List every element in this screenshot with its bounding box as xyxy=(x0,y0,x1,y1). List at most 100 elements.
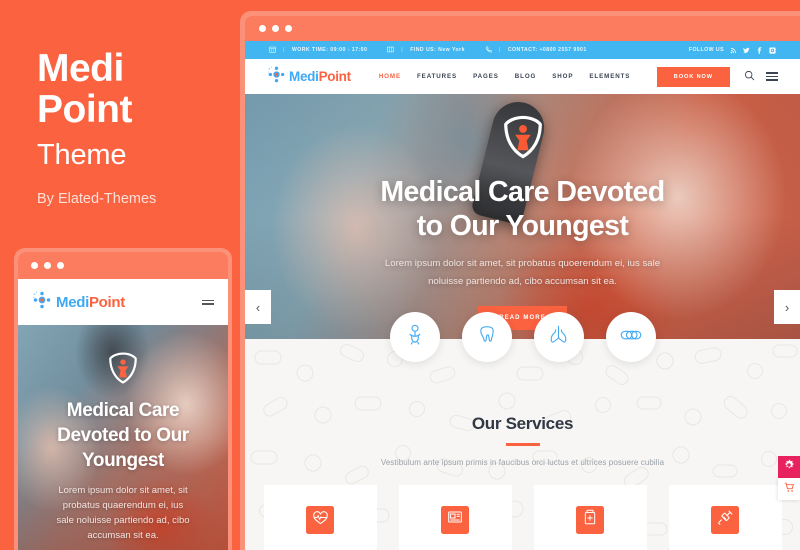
settings-tab-button[interactable] xyxy=(778,456,800,478)
shopping-cart-tab-button[interactable] xyxy=(778,478,800,500)
nav-item-pages[interactable]: PAGES xyxy=(473,70,499,83)
shield-person-icon xyxy=(245,114,800,165)
facebook-icon[interactable] xyxy=(756,46,763,54)
hamburger-menu-icon[interactable] xyxy=(202,299,214,305)
mobile-browser-mockup: MediPoint Medical Care Devoted to Our Yo… xyxy=(18,252,228,550)
promo-author: By Elated-Themes xyxy=(37,191,157,207)
info-separator: | xyxy=(283,47,285,53)
window-dot-minimize-icon[interactable] xyxy=(272,25,279,32)
desktop-logo-part1: Medi xyxy=(289,69,319,84)
promo-subtitle: Theme xyxy=(37,139,127,171)
nav-menu: HOME FEATURES PAGES BLOG SHOP ELEMENTS xyxy=(379,70,657,83)
nav-item-shop[interactable]: SHOP xyxy=(552,70,573,83)
mobile-logo[interactable]: MediPoint xyxy=(32,290,125,315)
settings-gear-icon xyxy=(783,458,795,476)
desktop-logo-text: MediPoint xyxy=(289,69,351,84)
nav-item-elements[interactable]: ELEMENTS xyxy=(589,70,630,83)
service-card-medicine[interactable] xyxy=(533,484,647,550)
syringe-icon xyxy=(717,509,734,531)
find-us-text: FIND US: New York xyxy=(410,47,465,53)
service-card-heartbeat[interactable] xyxy=(263,484,377,550)
hamburger-menu-icon[interactable] xyxy=(766,72,778,81)
mobile-hero-subtitle-line4: accumsan sit ea. xyxy=(87,530,159,541)
hero-title-line2: to Our Youngest xyxy=(416,210,629,242)
medipoint-logo-icon xyxy=(267,65,286,89)
hero-title-line1: Medical Care Devoted xyxy=(380,176,665,208)
desktop-logo[interactable]: MediPoint xyxy=(267,65,351,89)
window-dot-close-icon[interactable] xyxy=(31,262,38,269)
circle-item-lungs[interactable] xyxy=(533,312,584,362)
pills-icon xyxy=(619,323,643,352)
desktop-titlebar xyxy=(245,16,800,41)
mobile-hero-subtitle-line2: probatus quaerendum ei, ius xyxy=(62,500,184,511)
window-dot-close-icon[interactable] xyxy=(259,25,266,32)
mobile-hero-subtitle-line1: Lorem ipsum dolor sit amet, sit xyxy=(58,485,188,496)
map-icon xyxy=(387,46,395,55)
service-circle-strip xyxy=(245,312,800,372)
services-subtitle: Vestibulum ante ipsum primis in faucibus… xyxy=(380,457,665,467)
book-now-button[interactable]: BOOK NOW xyxy=(656,66,730,87)
window-dot-maximize-icon[interactable] xyxy=(285,25,292,32)
work-time-text: WORK TIME: 09:00 - 17:00 xyxy=(291,47,368,53)
service-card-clipboard[interactable] xyxy=(398,484,512,550)
mobile-hero-title-line3: Youngest xyxy=(82,450,164,471)
mobile-logo-text: MediPoint xyxy=(56,294,125,311)
window-dot-minimize-icon[interactable] xyxy=(44,262,51,269)
follow-us-label: FOLLOW US xyxy=(688,47,724,53)
mobile-logo-part1: Medi xyxy=(56,293,89,311)
contact-text: CONTACT: +0800 2557 9901 xyxy=(507,47,587,53)
side-tab-group xyxy=(778,456,800,500)
search-icon[interactable] xyxy=(744,68,755,86)
promo-panel: Medi Point Theme By Elated-Themes MediPo… xyxy=(0,0,245,550)
services-card-row xyxy=(245,484,800,550)
promo-title-line1: Medi xyxy=(37,47,124,90)
mobile-hero-title-line2: Devoted to Our xyxy=(57,425,189,446)
info-separator: | xyxy=(498,47,501,53)
nav-item-home[interactable]: HOME xyxy=(379,70,401,83)
phone-icon xyxy=(485,46,492,55)
lungs-icon xyxy=(547,323,570,351)
shopping-cart-icon xyxy=(784,480,795,498)
mobile-titlebar xyxy=(18,252,228,279)
twitter-icon[interactable] xyxy=(743,47,750,54)
rss-icon[interactable] xyxy=(730,47,737,54)
top-info-bar: | WORK TIME: 09:00 - 17:00 | FIND US: Ne… xyxy=(245,41,800,59)
shield-person-icon xyxy=(32,351,214,390)
dribbble-icon[interactable] xyxy=(769,46,776,54)
mobile-hero-subtitle-line3: sale noluisse partiendo ad, cibo xyxy=(56,515,190,526)
nav-item-features[interactable]: FEATURES xyxy=(417,70,457,83)
circle-item-baby[interactable] xyxy=(389,312,440,362)
nav-item-blog[interactable]: BLOG xyxy=(515,70,536,83)
baby-icon xyxy=(403,323,427,352)
nav-icon-group xyxy=(744,68,778,86)
circle-item-tooth[interactable] xyxy=(461,312,512,362)
mobile-hero-title-line1: Medical Care xyxy=(66,400,180,421)
hero-subtitle-line1: Lorem ipsum dolor sit amet, sit probatus… xyxy=(384,258,661,269)
info-separator: | xyxy=(401,47,404,53)
medicine-bottle-icon xyxy=(582,509,598,530)
desktop-browser-mockup: | WORK TIME: 09:00 - 17:00 | FIND US: Ne… xyxy=(245,16,800,550)
window-dot-maximize-icon[interactable] xyxy=(57,262,64,269)
clipboard-news-icon xyxy=(447,509,463,530)
info-bar-left-group: | WORK TIME: 09:00 - 17:00 | FIND US: Ne… xyxy=(269,46,689,55)
services-title: Our Services xyxy=(471,414,574,433)
heartbeat-icon xyxy=(312,509,329,531)
promo-brand-block: Medi Point Theme By Elated-Themes xyxy=(37,48,237,207)
service-icon-box xyxy=(711,505,739,534)
main-navigation: MediPoint HOME FEATURES PAGES BLOG SHOP … xyxy=(245,59,800,94)
calendar-icon xyxy=(269,46,276,55)
service-card-syringe[interactable] xyxy=(668,484,782,550)
circle-item-pills[interactable] xyxy=(605,312,656,362)
mobile-hero: Medical Care Devoted to Our Youngest Lor… xyxy=(18,325,228,550)
promo-title-line2: Point xyxy=(37,88,132,131)
mobile-logo-part2: Point xyxy=(88,293,125,311)
desktop-logo-part2: Point xyxy=(318,69,352,84)
hero-subtitle-line2: noluisse partiendo ad, cibo accumsan sit… xyxy=(428,276,617,287)
service-icon-box xyxy=(306,505,334,534)
hero-slider: Medical Care Devoted to Our Youngest Lor… xyxy=(245,94,800,339)
services-title-underline xyxy=(505,443,540,446)
mobile-hero-content: Medical Care Devoted to Our Youngest Lor… xyxy=(18,351,228,543)
follow-us-group: FOLLOW US xyxy=(688,46,776,54)
tooth-icon xyxy=(476,324,498,351)
mobile-site-header: MediPoint xyxy=(18,279,228,325)
